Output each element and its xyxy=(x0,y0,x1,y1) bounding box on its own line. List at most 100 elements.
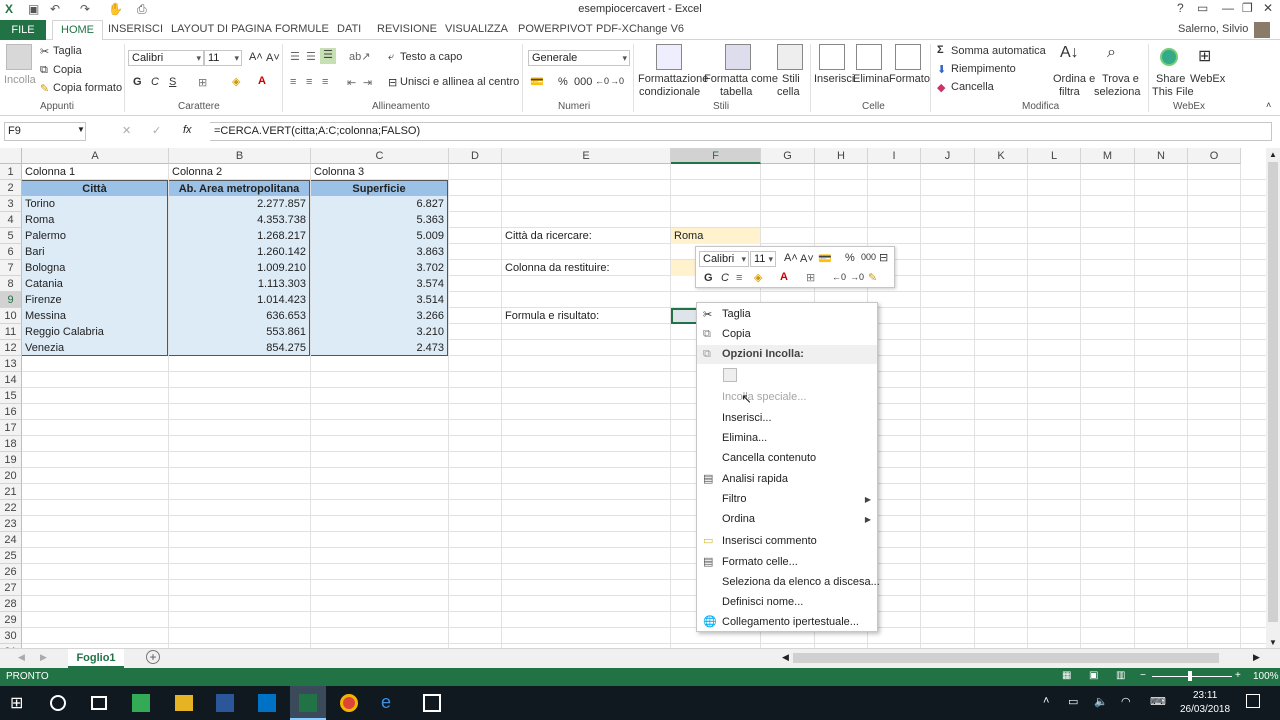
hscroll-left-icon[interactable]: ◀ xyxy=(782,652,789,663)
volume-icon[interactable]: 🔈 xyxy=(1094,695,1108,708)
row-header-5[interactable]: 5 xyxy=(0,228,22,244)
row-header-10[interactable]: 10 xyxy=(0,308,22,324)
zoom-slider[interactable] xyxy=(1152,676,1232,677)
menu-pick-from-list[interactable]: Seleziona da elenco a discesa... xyxy=(722,576,880,588)
cut-button[interactable]: Taglia xyxy=(53,45,82,57)
lookup-label[interactable]: Città da ricercare: xyxy=(502,228,670,244)
cell-styles-label-2[interactable]: cella xyxy=(777,86,800,98)
table-cell-B8[interactable]: 1.113.303 xyxy=(169,276,310,292)
menu-clear-contents[interactable]: Cancella contenuto xyxy=(722,452,816,464)
outlook-app-icon[interactable] xyxy=(258,694,276,712)
row-header-7[interactable]: 7 xyxy=(0,260,22,276)
mini-thousands-button[interactable]: 000 xyxy=(861,252,876,262)
column-header-h[interactable]: H xyxy=(815,148,868,164)
scroll-thumb[interactable] xyxy=(1268,162,1278,622)
help-button[interactable]: ? xyxy=(1177,1,1184,15)
menu-hyperlink[interactable]: Collegamento ipertestuale... xyxy=(722,616,859,628)
column-header-k[interactable]: K xyxy=(975,148,1028,164)
mini-font-color-icon[interactable]: A xyxy=(780,271,788,283)
row-header-14[interactable]: 14 xyxy=(0,372,22,388)
mini-merge-icon[interactable]: ⊟ xyxy=(879,251,888,264)
cancel-icon[interactable]: ✕ xyxy=(122,124,131,137)
file-explorer-icon[interactable] xyxy=(175,695,193,711)
chrome-app-icon[interactable] xyxy=(340,694,358,712)
table-header-A[interactable]: Città xyxy=(22,180,168,196)
underline-button[interactable]: S xyxy=(169,76,176,88)
format-cells-icon[interactable] xyxy=(895,44,921,70)
row-header-23[interactable]: 23 xyxy=(0,516,22,532)
close-button[interactable]: ✕ xyxy=(1263,1,1273,15)
column-header-o[interactable]: O xyxy=(1188,148,1241,164)
insert-cells-icon[interactable] xyxy=(819,44,845,70)
row-header-15[interactable]: 15 xyxy=(0,388,22,404)
align-middle-icon[interactable]: ☰ xyxy=(306,50,316,63)
autosum-icon[interactable]: Σ xyxy=(937,44,944,56)
table-cell-B7[interactable]: 1.009.210 xyxy=(169,260,310,276)
insert-cells-button[interactable]: Inserisci xyxy=(814,73,854,85)
cell-C1[interactable]: Colonna 3 xyxy=(311,164,448,180)
table-cell-C12[interactable]: 2.473 xyxy=(311,340,448,356)
row-header-11[interactable]: 11 xyxy=(0,324,22,340)
column-header-n[interactable]: N xyxy=(1135,148,1188,164)
collapse-ribbon-icon[interactable]: ˄ xyxy=(1266,100,1271,110)
conditional-format-button[interactable]: Formattazione xyxy=(638,73,708,85)
tab-page-layout[interactable]: LAYOUT DI PAGINA xyxy=(171,23,272,35)
table-cell-A6[interactable]: Bari xyxy=(22,244,168,260)
column-header-a[interactable]: A xyxy=(22,148,169,164)
align-right-icon[interactable]: ≡ xyxy=(322,76,328,88)
column-header-e[interactable]: E xyxy=(502,148,671,164)
zoom-slider-thumb[interactable] xyxy=(1188,671,1192,681)
avatar[interactable] xyxy=(1254,22,1270,38)
align-left-icon[interactable]: ≡ xyxy=(290,76,296,88)
row-header-27[interactable]: 27 xyxy=(0,580,22,596)
column-header-f[interactable]: F xyxy=(671,148,761,164)
shrink-font-icon[interactable]: A˅ xyxy=(266,52,280,64)
zoom-level[interactable]: 100% xyxy=(1253,671,1279,682)
webex-icon[interactable]: ⊞ xyxy=(1198,46,1211,66)
find-select-icon[interactable]: ⌕ xyxy=(1107,44,1116,62)
autosum-button[interactable]: Somma automatica xyxy=(951,45,1046,57)
fill-button[interactable]: Riempimento xyxy=(951,63,1016,75)
format-painter-button[interactable]: Copia formato xyxy=(53,82,122,94)
sort-filter-label-2[interactable]: filtra xyxy=(1059,86,1080,98)
mini-format-painter-icon[interactable]: ✎ xyxy=(868,271,877,284)
font-size-select[interactable]: 11 xyxy=(204,50,242,66)
table-cell-A8[interactable]: Catania xyxy=(22,276,168,292)
mini-decrease-decimal-icon[interactable]: →0 xyxy=(850,272,864,282)
internet-explorer-icon[interactable]: e xyxy=(381,692,401,712)
table-cell-A4[interactable]: Roma xyxy=(22,212,168,228)
table-cell-B9[interactable]: 1.014.423 xyxy=(169,292,310,308)
column-header-i[interactable]: I xyxy=(868,148,921,164)
conditional-format-label-2[interactable]: condizionale xyxy=(639,86,700,98)
indent-decrease-icon[interactable]: ⇤ xyxy=(347,76,356,89)
table-cell-C5[interactable]: 5.009 xyxy=(311,228,448,244)
clock-date[interactable]: 26/03/2018 xyxy=(1180,704,1230,715)
paste-button[interactable]: Incolla xyxy=(4,74,36,86)
excel-app-icon[interactable] xyxy=(299,694,317,712)
row-header-19[interactable]: 19 xyxy=(0,452,22,468)
tab-view[interactable]: VISUALIZZA xyxy=(445,23,508,35)
task-view-icon[interactable] xyxy=(91,696,107,710)
row-header-2[interactable]: 2 xyxy=(0,180,22,196)
row-header-21[interactable]: 21 xyxy=(0,484,22,500)
table-cell-C9[interactable]: 3.514 xyxy=(311,292,448,308)
keyboard-icon[interactable]: ⌨ xyxy=(1150,695,1166,708)
formula-input[interactable]: =CERCA.VERT(citta;A:C;colonna;FALSO) xyxy=(210,122,1272,141)
notifications-icon[interactable] xyxy=(1246,694,1260,708)
menu-insert-comment[interactable]: Inserisci commento xyxy=(722,535,817,547)
bold-button[interactable]: G xyxy=(133,76,142,88)
column-header-l[interactable]: L xyxy=(1028,148,1081,164)
mini-increase-decimal-icon[interactable]: ←0 xyxy=(832,272,846,282)
table-cell-A3[interactable]: Torino xyxy=(22,196,168,212)
menu-format-cells[interactable]: Formato celle... xyxy=(722,556,798,568)
hscroll-right-icon[interactable]: ▶ xyxy=(1253,652,1260,663)
menu-quick-analysis[interactable]: Analisi rapida xyxy=(722,473,788,485)
mini-fill-color-icon[interactable]: ◈ xyxy=(754,271,762,284)
row-header-25[interactable]: 25 xyxy=(0,548,22,564)
row-header-28[interactable]: 28 xyxy=(0,596,22,612)
row-header-3[interactable]: 3 xyxy=(0,196,22,212)
format-cells-button[interactable]: Formato xyxy=(889,73,930,85)
cortana-icon[interactable] xyxy=(50,695,66,711)
row-header-24[interactable]: 24 xyxy=(0,532,22,548)
mini-font-select[interactable]: Calibri xyxy=(699,251,749,267)
